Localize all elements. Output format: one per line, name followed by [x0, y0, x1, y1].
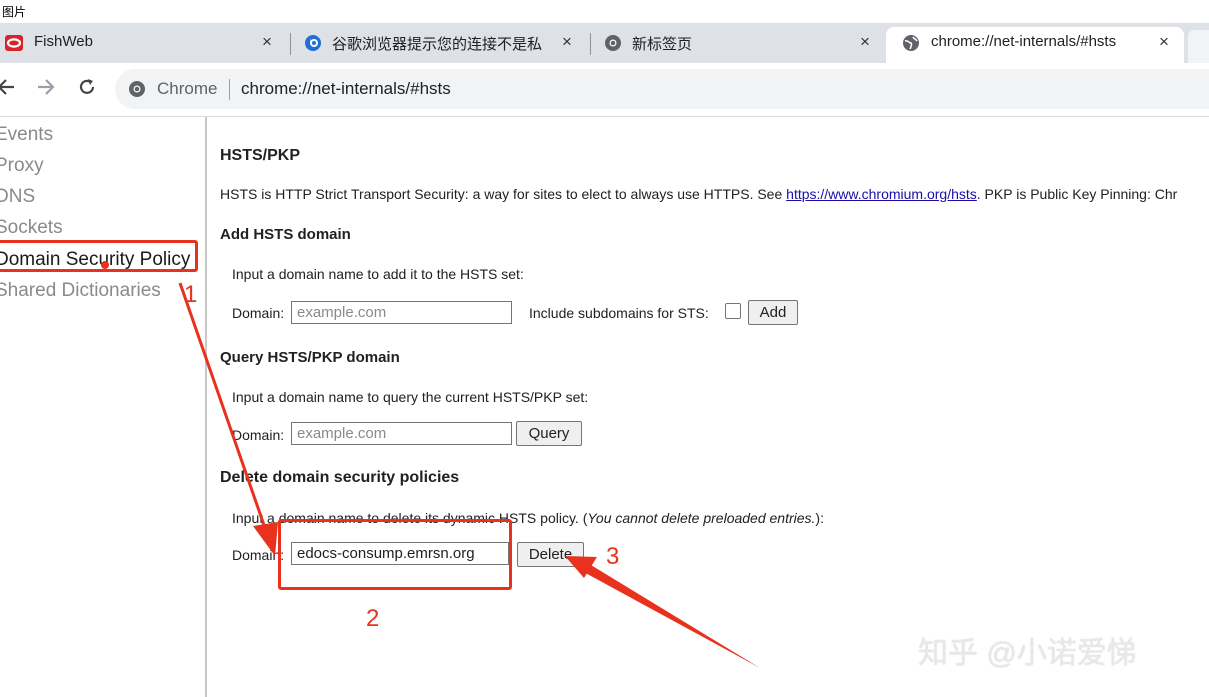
annotation-step-1: 1	[184, 281, 198, 308]
annotation-arrow-1	[178, 282, 267, 529]
annotation-arrowhead-1	[253, 522, 278, 556]
annotation-step-3: 3	[606, 543, 620, 570]
annotation-arrows	[101, 261, 760, 668]
annotation-step-2: 2	[366, 605, 380, 632]
annotation-arrow-3	[580, 562, 760, 668]
annotation-dot	[101, 261, 109, 269]
watermark: 知乎 @小诺爱悌	[918, 637, 1137, 670]
